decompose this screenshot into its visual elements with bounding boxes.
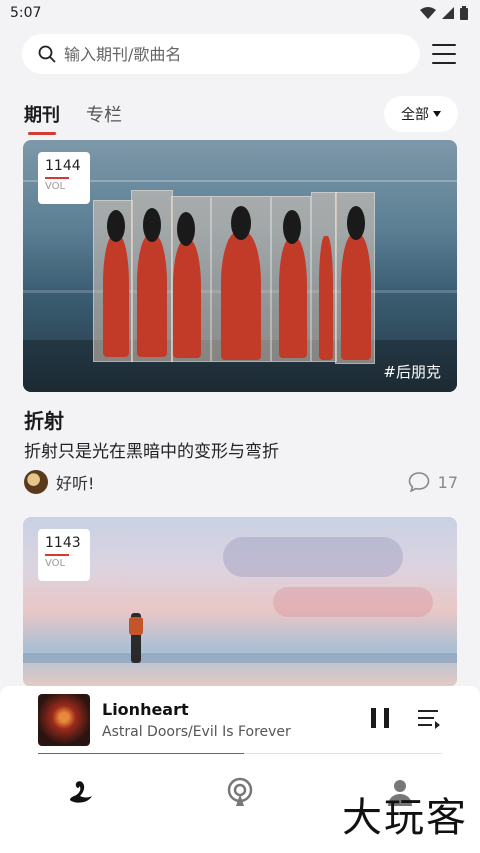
comment-icon <box>408 472 429 492</box>
author-name[interactable]: 好听! <box>56 470 94 494</box>
pause-icon-bar <box>371 708 376 728</box>
podcast-icon[interactable] <box>224 776 256 808</box>
tab-journal[interactable]: 期刊 <box>24 101 60 135</box>
search-box[interactable] <box>22 34 420 74</box>
figure <box>221 232 261 360</box>
song-title: Lionheart <box>102 700 189 719</box>
figure-head <box>231 206 251 240</box>
status-bar: 5:07 <box>0 0 480 26</box>
search-icon <box>38 45 56 63</box>
vol-badge: 1143 VOL <box>38 529 90 581</box>
journal-card-cover[interactable]: 1144 VOL #后朋克 <box>23 140 457 392</box>
caret-down-icon <box>433 111 441 117</box>
figure <box>279 238 307 358</box>
person-jacket <box>129 617 143 635</box>
vol-number: 1143 <box>45 535 81 551</box>
menu-icon-bar <box>432 62 456 64</box>
figure-head <box>107 210 125 242</box>
figure <box>341 234 371 360</box>
vol-number: 1144 <box>45 158 81 174</box>
swan-icon[interactable] <box>64 776 96 808</box>
figure <box>173 240 201 358</box>
figure <box>137 235 167 357</box>
menu-button[interactable] <box>432 44 456 64</box>
filter-dropdown[interactable]: 全部 <box>384 96 458 132</box>
song-artist: Astral Doors/Evil Is Forever <box>102 724 291 740</box>
cloud <box>223 537 403 577</box>
menu-icon-bar <box>432 53 456 55</box>
vol-badge: 1144 VOL <box>38 152 90 204</box>
figure-head <box>347 206 365 240</box>
figure-head <box>283 210 301 244</box>
mini-player[interactable]: Lionheart Astral Doors/Evil Is Forever 大… <box>0 686 480 853</box>
comment-count[interactable]: 17 <box>408 472 458 492</box>
figure-head <box>177 212 195 246</box>
vol-label: VOL <box>45 558 66 569</box>
figure-head <box>143 208 161 242</box>
search-input[interactable] <box>64 44 364 64</box>
pause-icon-bar <box>384 708 389 728</box>
tab-column[interactable]: 专栏 <box>86 101 122 127</box>
signal-icon <box>442 7 454 19</box>
menu-icon-bar <box>432 44 456 46</box>
battery-icon <box>460 6 468 20</box>
playback-progress-fill <box>38 753 245 754</box>
status-time: 5:07 <box>10 5 42 21</box>
playlist-icon[interactable] <box>417 708 441 730</box>
status-icons <box>420 6 468 20</box>
journal-title[interactable]: 折射 <box>24 405 64 434</box>
watermark-logo: 大玩客 <box>342 795 468 841</box>
vol-underline <box>45 554 69 556</box>
journal-card-cover[interactable]: 1143 VOL <box>23 517 457 687</box>
comment-count-value: 17 <box>437 472 458 492</box>
filter-label: 全部 <box>401 107 429 123</box>
search-row <box>22 33 458 75</box>
vol-underline <box>45 177 69 179</box>
tab-bar: 期刊 专栏 全部 <box>24 96 458 135</box>
figure <box>319 236 333 360</box>
vol-label: VOL <box>45 181 66 192</box>
genre-tag[interactable]: #后朋克 <box>383 361 441 382</box>
sea-horizon <box>23 653 457 663</box>
figure <box>103 235 129 357</box>
wifi-icon <box>420 7 436 19</box>
pause-button[interactable] <box>371 708 389 728</box>
cloud <box>273 587 433 617</box>
playback-progress[interactable] <box>38 753 442 754</box>
album-cover[interactable] <box>38 694 90 746</box>
journal-subtitle: 折射只是光在黑暗中的变形与弯折 <box>24 442 279 462</box>
journal-meta: 好听! 17 <box>24 468 458 496</box>
avatar[interactable] <box>24 470 48 494</box>
